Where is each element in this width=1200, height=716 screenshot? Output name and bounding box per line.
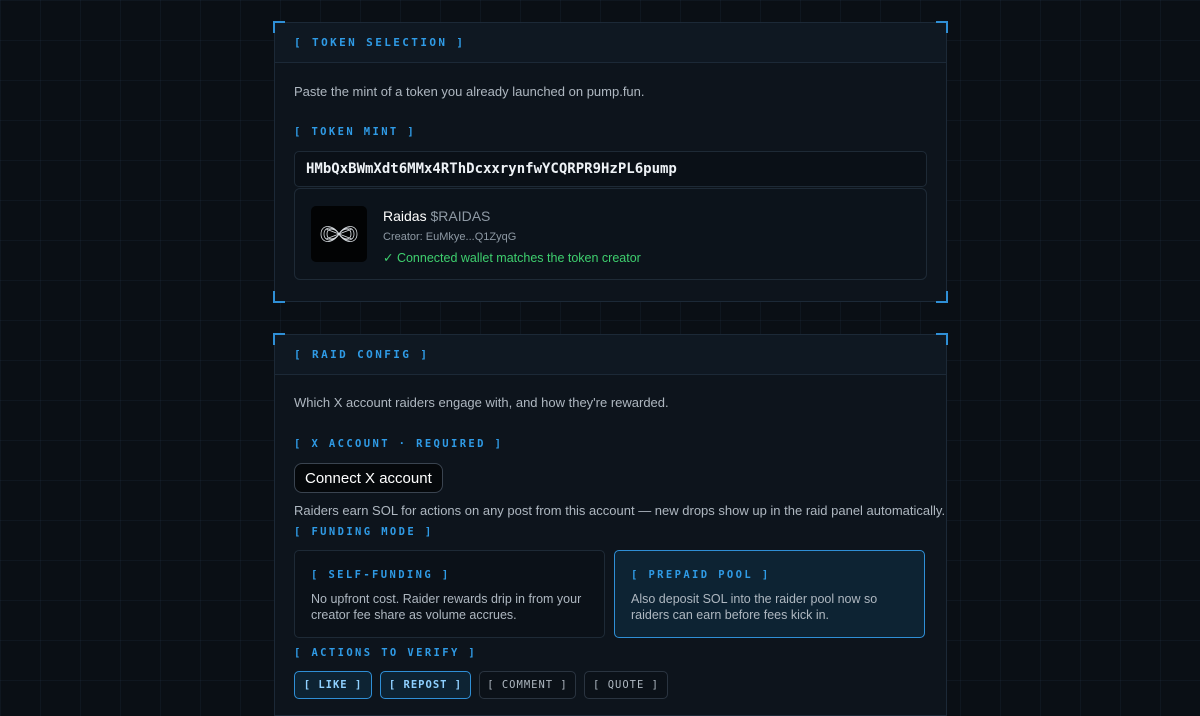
panel-body: Which X account raiders engage with, and…	[275, 375, 946, 715]
funding-mode-options: [ SELF-FUNDING ] No upfront cost. Raider…	[294, 550, 926, 640]
panel-header: [ RAID CONFIG ]	[275, 335, 946, 375]
panel-header: [ TOKEN SELECTION ]	[275, 23, 946, 63]
panel-title: [ TOKEN SELECTION ]	[294, 36, 466, 49]
token-mint-input[interactable]: HMbQxBWmXdt6MMx4RThDcxxrynfwYCQRPR9HzPL6…	[294, 151, 927, 187]
funding-option-description: No upfront cost. Raider rewards drip in …	[311, 592, 582, 622]
x-account-help: Raiders earn SOL for actions on any post…	[294, 503, 946, 518]
action-toggle-repost[interactable]: [ REPOST ]	[380, 671, 471, 699]
funding-mode-label: [ FUNDING MODE ]	[294, 526, 434, 538]
token-creator: Creator: EuMkye...Q1ZyqG	[383, 231, 517, 243]
funding-option-self-funding[interactable]: [ SELF-FUNDING ] No upfront cost. Raider…	[294, 550, 605, 638]
creator-match-status: ✓ Connected wallet matches the token cre…	[383, 251, 641, 265]
corner-accent	[936, 21, 948, 33]
action-toggle-like[interactable]: [ LIKE ]	[294, 671, 372, 699]
panel-description: Which X account raiders engage with, and…	[294, 395, 669, 410]
raid-config-panel: [ RAID CONFIG ] Which X account raiders …	[273, 333, 948, 716]
panel-description: Paste the mint of a token you already la…	[294, 84, 645, 99]
token-preview-card: Raidas $RAIDAS Creator: EuMkye...Q1ZyqG …	[294, 188, 927, 280]
token-symbol: $RAIDAS	[430, 208, 491, 224]
panel-body: Paste the mint of a token you already la…	[275, 63, 946, 301]
token-mint-label: [ TOKEN MINT ]	[294, 126, 417, 138]
corner-accent	[936, 333, 948, 345]
token-mint-value: HMbQxBWmXdt6MMx4RThDcxxrynfwYCQRPR9HzPL6…	[306, 161, 677, 177]
token-title: Raidas $RAIDAS	[383, 208, 490, 224]
token-name: Raidas	[383, 208, 427, 224]
token-selection-panel: [ TOKEN SELECTION ] Paste the mint of a …	[273, 21, 948, 303]
funding-option-description: Also deposit SOL into the raider pool no…	[631, 592, 878, 622]
connect-x-account-button[interactable]: Connect X account	[294, 463, 443, 493]
action-toggle-quote[interactable]: [ QUOTE ]	[584, 671, 668, 699]
funding-option-prepaid-pool[interactable]: [ PREPAID POOL ] Also deposit SOL into t…	[614, 550, 925, 638]
funding-option-title: [ PREPAID POOL ]	[631, 569, 771, 581]
x-account-label: [ X ACCOUNT · REQUIRED ]	[294, 438, 504, 450]
panel-title: [ RAID CONFIG ]	[294, 348, 430, 361]
funding-option-title: [ SELF-FUNDING ]	[311, 569, 451, 581]
corner-accent	[273, 333, 285, 345]
actions-to-verify-label: [ ACTIONS TO VERIFY ]	[294, 647, 478, 659]
action-toggle-comment[interactable]: [ COMMENT ]	[479, 671, 576, 699]
infinity-knot-icon	[311, 206, 367, 262]
corner-accent	[273, 21, 285, 33]
